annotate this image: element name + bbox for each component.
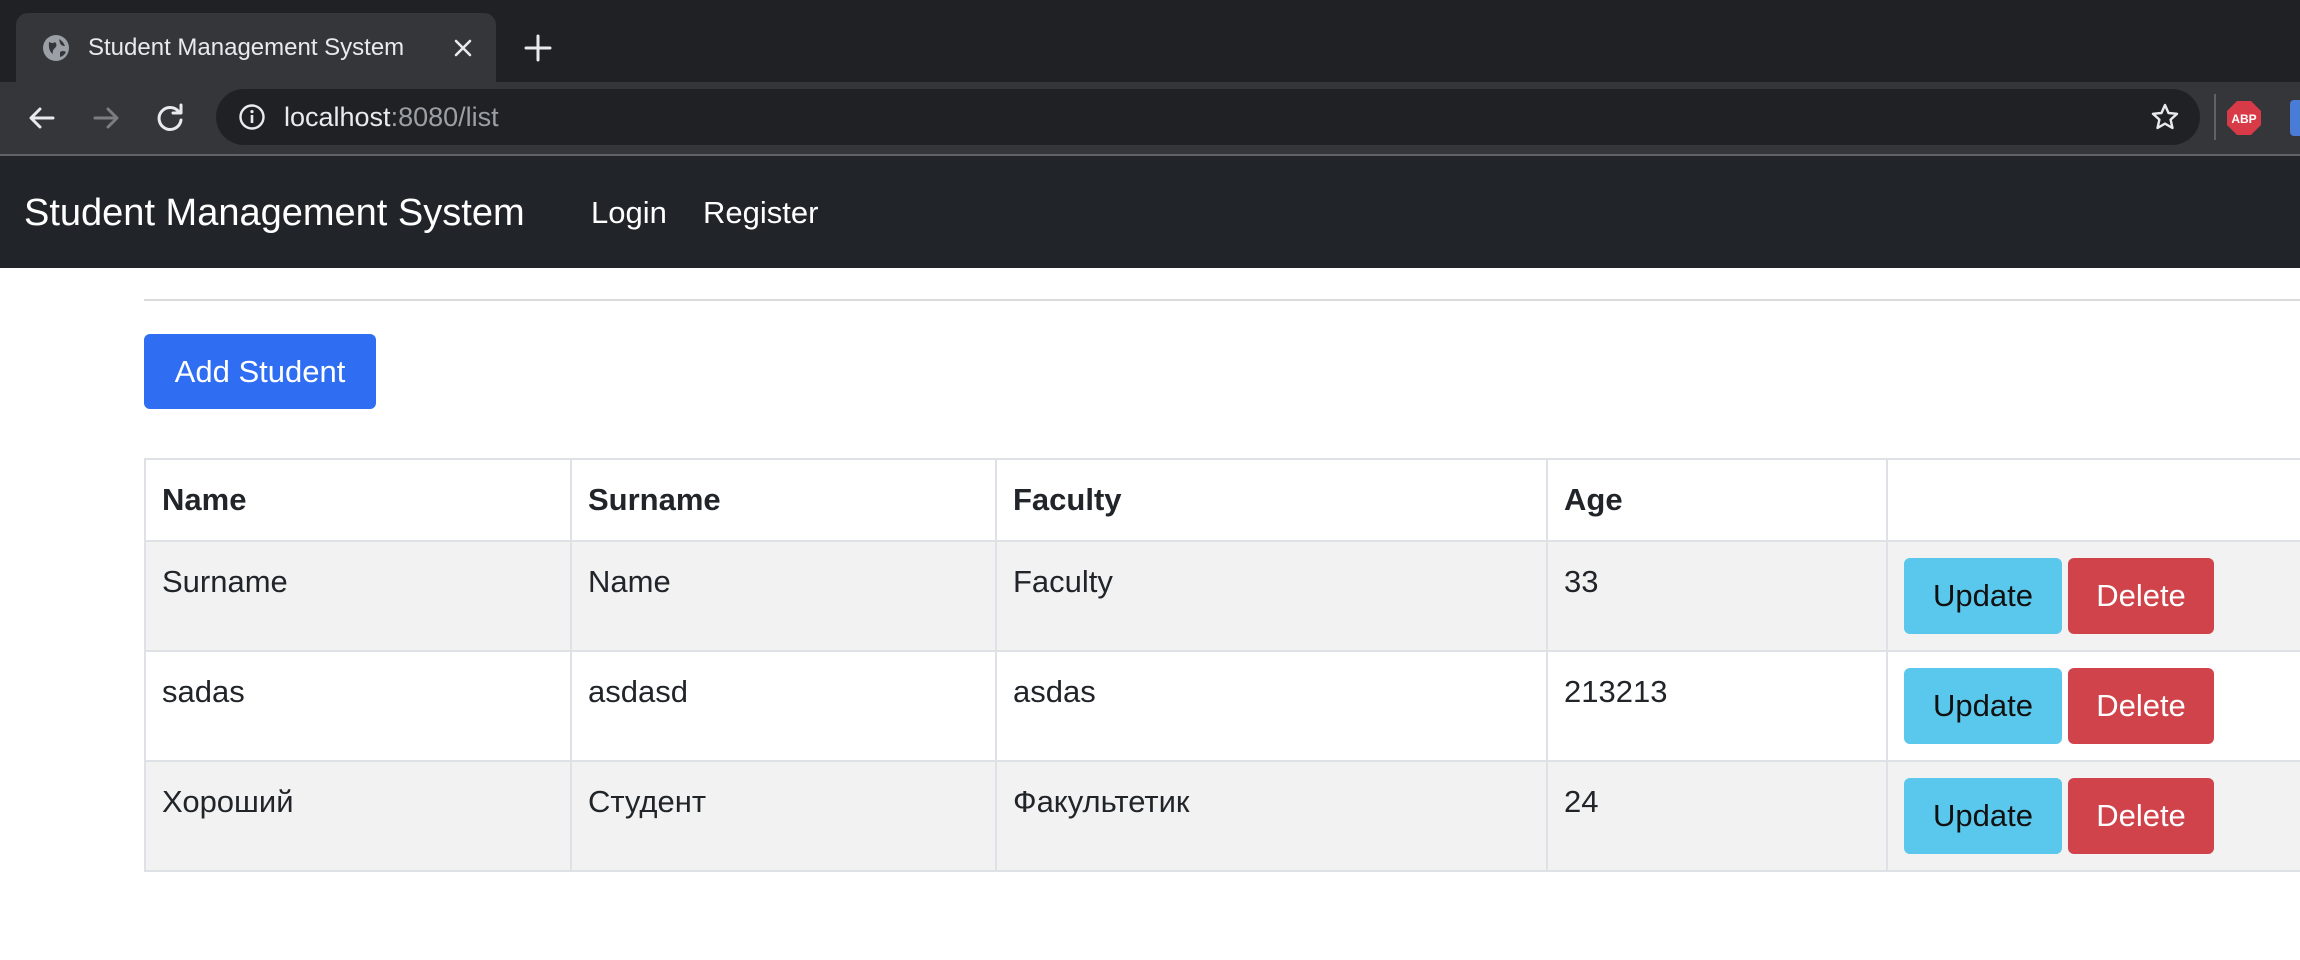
column-header-actions [1886, 458, 2300, 542]
navbar-brand[interactable]: Student Management System [24, 191, 525, 235]
url-host: localhost [284, 102, 391, 132]
column-header-age: Age [1546, 458, 1888, 542]
update-button[interactable]: Update [1904, 558, 2062, 634]
browser-toolbar: localhost:8080/list ABP [0, 82, 2300, 154]
cell-faculty: Faculty [995, 540, 1548, 652]
column-header-name: Name [144, 458, 572, 542]
cell-faculty: Факультетик [995, 760, 1548, 872]
url-text[interactable]: localhost:8080/list [284, 101, 499, 133]
column-header-faculty: Faculty [995, 458, 1548, 542]
plus-icon[interactable] [520, 30, 556, 66]
cell-age: 24 [1546, 760, 1888, 872]
extension-icon[interactable] [2290, 100, 2300, 136]
abp-label: ABP [2231, 112, 2256, 126]
cell-actions: Update Delete [1886, 650, 2300, 762]
cell-age: 33 [1546, 540, 1888, 652]
cell-name: Surname [144, 540, 572, 652]
cell-actions: Update Delete [1886, 760, 2300, 872]
horizontal-rule [144, 299, 2300, 301]
students-table-wrapper: Name Surname Faculty Age Surname Name Fa… [144, 458, 2300, 872]
cell-surname: Name [570, 540, 997, 652]
delete-button[interactable]: Delete [2068, 778, 2214, 854]
app-navbar: Student Management System Login Register [0, 156, 2300, 268]
cell-name: sadas [144, 650, 572, 762]
delete-button[interactable]: Delete [2068, 668, 2214, 744]
globe-icon [43, 35, 69, 61]
arrow-right-icon[interactable] [88, 100, 124, 136]
add-student-button[interactable]: Add Student [144, 334, 376, 409]
column-header-surname: Surname [570, 458, 997, 542]
address-bar[interactable]: localhost:8080/list [216, 89, 2200, 145]
cell-age: 213213 [1546, 650, 1888, 762]
arrow-left-icon[interactable] [24, 100, 60, 136]
info-icon[interactable] [238, 103, 266, 131]
toolbar-divider [2214, 94, 2216, 140]
browser-tab-strip: Student Management System [0, 0, 2300, 82]
table-row: sadas asdasd asdas 213213 Update Delete [144, 650, 2300, 762]
cell-name: Хороший [144, 760, 572, 872]
abp-icon[interactable]: ABP [2226, 100, 2262, 136]
browser-tab[interactable]: Student Management System [16, 13, 496, 82]
close-icon[interactable] [448, 33, 478, 63]
tab-title: Student Management System [88, 34, 405, 61]
update-button[interactable]: Update [1904, 668, 2062, 744]
cell-faculty: asdas [995, 650, 1548, 762]
url-path: :8080/list [390, 102, 499, 132]
students-table: Name Surname Faculty Age Surname Name Fa… [144, 458, 2300, 872]
cell-actions: Update Delete [1886, 540, 2300, 652]
update-button[interactable]: Update [1904, 778, 2062, 854]
table-row: Surname Name Faculty 33 Update Delete [144, 540, 2300, 652]
cell-surname: Студент [570, 760, 997, 872]
table-row: Хороший Студент Факультетик 24 Update Del… [144, 760, 2300, 872]
cell-surname: asdasd [570, 650, 997, 762]
nav-link-register[interactable]: Register [703, 194, 818, 232]
nav-link-login[interactable]: Login [591, 194, 667, 232]
table-header-row: Name Surname Faculty Age [144, 458, 2300, 542]
star-icon[interactable] [2150, 102, 2180, 132]
delete-button[interactable]: Delete [2068, 558, 2214, 634]
reload-icon[interactable] [152, 100, 188, 136]
